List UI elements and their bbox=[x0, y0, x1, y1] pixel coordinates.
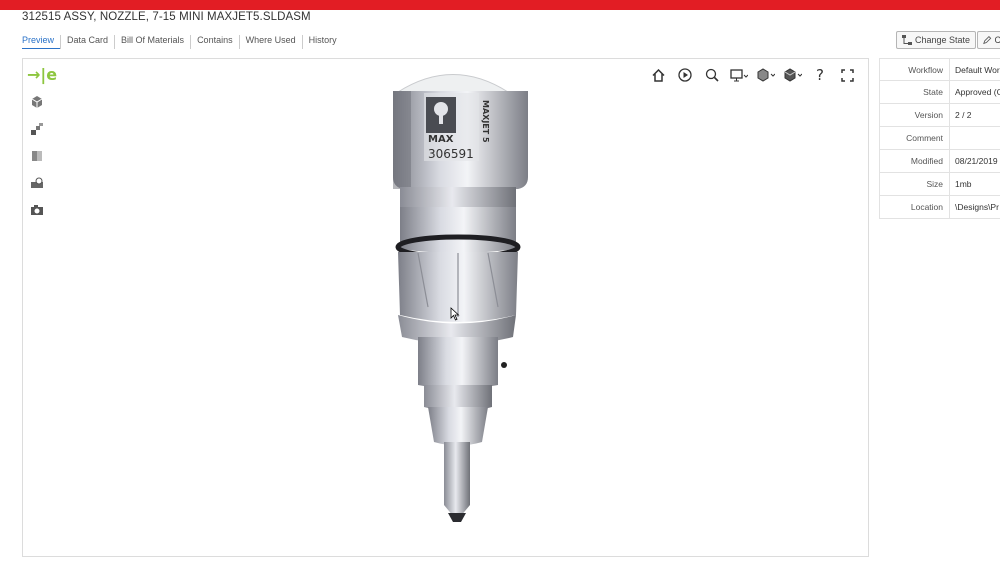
model-viewer[interactable]: →|e ? MAX 306591 MAXJET 5 bbox=[22, 58, 869, 557]
property-label: Modified bbox=[880, 150, 950, 172]
edit-icon bbox=[983, 35, 992, 45]
zoom-icon[interactable] bbox=[703, 66, 721, 84]
property-value: Approved (C bbox=[955, 87, 1000, 97]
property-row-size: Size 1mb bbox=[879, 173, 1000, 196]
nozzle-model[interactable]: MAX 306591 MAXJET 5 bbox=[378, 67, 528, 527]
secondary-action-label: C bbox=[994, 35, 1000, 45]
properties-panel: Workflow Default Wor State Approved (C V… bbox=[879, 58, 1000, 219]
property-value: 2 / 2 bbox=[955, 110, 972, 120]
property-row-modified: Modified 08/21/2019 bbox=[879, 150, 1000, 173]
play-icon[interactable] bbox=[676, 66, 694, 84]
section-icon[interactable] bbox=[30, 149, 44, 163]
home-icon[interactable] bbox=[649, 66, 667, 84]
change-state-label: Change State bbox=[915, 35, 971, 45]
property-value: \Designs\Pr bbox=[955, 202, 999, 212]
property-label: Comment bbox=[880, 127, 950, 149]
property-row-version: Version 2 / 2 bbox=[879, 104, 1000, 127]
tab-preview[interactable]: Preview bbox=[22, 35, 61, 49]
workflow-icon bbox=[902, 35, 912, 45]
tab-contains[interactable]: Contains bbox=[190, 35, 239, 49]
top-toolbar: ? bbox=[649, 66, 856, 84]
model-part-number: 306591 bbox=[428, 147, 474, 161]
property-row-workflow: Workflow Default Wor bbox=[879, 58, 1000, 81]
tab-bar: Preview Data Card Bill Of Materials Cont… bbox=[22, 35, 343, 49]
tab-bill-of-materials[interactable]: Bill Of Materials bbox=[114, 35, 190, 49]
model-model-text: MAXJET 5 bbox=[481, 100, 490, 143]
property-value: 08/21/2019 bbox=[955, 156, 998, 166]
change-state-button[interactable]: Change State bbox=[896, 31, 977, 49]
top-accent-bar bbox=[0, 0, 1000, 10]
tab-history[interactable]: History bbox=[301, 35, 343, 49]
display-icon[interactable] bbox=[730, 66, 748, 84]
property-label: Version bbox=[880, 104, 950, 126]
measure-icon[interactable] bbox=[30, 176, 44, 190]
explode-icon[interactable] bbox=[30, 122, 44, 136]
property-label: Location bbox=[880, 196, 950, 218]
secondary-action-button[interactable]: C bbox=[977, 31, 1000, 49]
property-row-location: Location \Designs\Pr bbox=[879, 196, 1000, 219]
help-icon[interactable]: ? bbox=[811, 66, 829, 84]
property-value: Default Wor bbox=[955, 64, 1000, 75]
tab-where-used[interactable]: Where Used bbox=[238, 35, 302, 49]
tab-data-card[interactable]: Data Card bbox=[60, 35, 114, 49]
left-toolbar bbox=[30, 95, 44, 217]
view-orientation-icon[interactable] bbox=[757, 66, 775, 84]
property-row-state: State Approved (C bbox=[879, 81, 1000, 104]
property-value: 1mb bbox=[955, 179, 972, 189]
mouse-cursor bbox=[450, 307, 460, 321]
property-label: Workflow bbox=[880, 59, 950, 80]
property-label: Size bbox=[880, 173, 950, 195]
model-brand-text: MAX bbox=[428, 134, 454, 145]
property-label: State bbox=[880, 81, 950, 103]
shading-icon[interactable] bbox=[784, 66, 802, 84]
edrawings-logo: →|e bbox=[27, 65, 58, 84]
cube-view-icon[interactable] bbox=[30, 95, 44, 109]
fullscreen-icon[interactable] bbox=[838, 66, 856, 84]
property-row-comment: Comment bbox=[879, 127, 1000, 150]
page-title: 312515 ASSY, NOZZLE, 7-15 MINI MAXJET5.S… bbox=[22, 11, 311, 23]
camera-icon[interactable] bbox=[30, 203, 44, 217]
